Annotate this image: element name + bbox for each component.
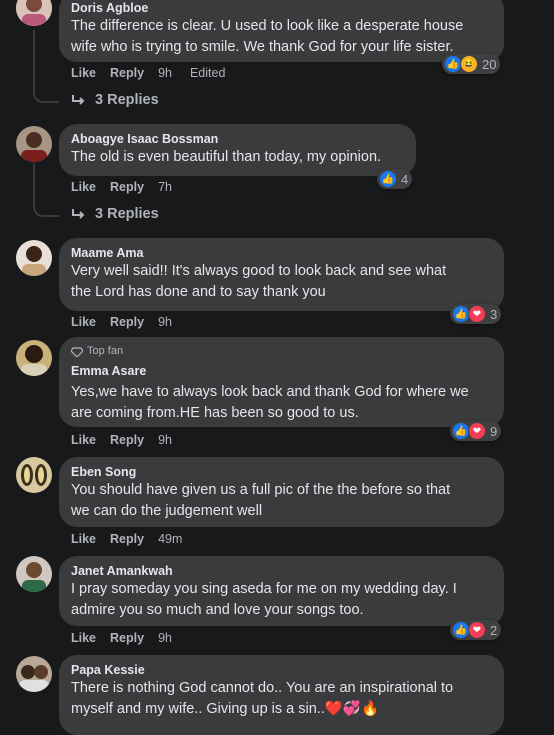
timestamp[interactable]: 9h [158, 433, 172, 447]
reaction-summary[interactable]: 👍 ❤ 9 [450, 421, 502, 441]
edited-label[interactable]: Edited [190, 66, 225, 80]
thread-line [33, 163, 59, 217]
reply-button[interactable]: Reply [110, 66, 144, 80]
comment-actions: Like Reply 9h Edited [71, 66, 239, 80]
comment-text: The difference is clear. U used to look … [71, 18, 464, 55]
top-fan-badge: Top fan [71, 344, 492, 359]
reaction-summary[interactable]: 👍 😆 20 [442, 54, 501, 74]
comment-actions: Like Reply 9h [71, 315, 186, 329]
reply-arrow-icon [72, 209, 85, 219]
avatar[interactable] [16, 340, 52, 376]
comment-text: I pray someday you sing aseda for me on … [71, 581, 457, 618]
view-replies-button[interactable]: 3 Replies [71, 92, 159, 108]
reaction-summary[interactable]: 👍 ❤ 3 [450, 304, 502, 324]
diamond-icon [71, 346, 83, 357]
timestamp[interactable]: 7h [158, 180, 172, 194]
commenter-name[interactable]: Aboagye Isaac Bossman [71, 131, 404, 147]
reaction-count: 20 [482, 56, 497, 72]
hearts-emoji-icon: 💞 [342, 701, 361, 717]
heart-emoji-icon: ❤️ [324, 701, 343, 717]
reaction-summary[interactable]: 👍 4 [377, 169, 413, 189]
commenter-name[interactable]: Eben Song [71, 464, 492, 480]
like-button[interactable]: Like [71, 631, 96, 645]
love-reaction-icon: ❤ [468, 621, 486, 639]
comment-bubble: Top fan Emma Asare Yes,we have to always… [59, 337, 504, 427]
comment-actions: Like Reply 49m [71, 532, 196, 546]
comment-text: You should have given us a full pic of t… [71, 482, 451, 519]
comment-text: The old is even beautiful than today, my… [71, 149, 382, 165]
avatar[interactable] [16, 240, 52, 276]
like-button[interactable]: Like [71, 532, 96, 546]
avatar[interactable] [16, 457, 52, 493]
reaction-count: 4 [401, 171, 409, 187]
comment-bubble: Aboagye Isaac Bossman The old is even be… [59, 124, 416, 176]
view-replies-button[interactable]: 3 Replies [71, 206, 159, 222]
commenter-name[interactable]: Maame Ama [71, 245, 492, 261]
like-button[interactable]: Like [71, 66, 96, 80]
reaction-count: 9 [490, 423, 498, 439]
comment-bubble: Janet Amankwah I pray someday you sing a… [59, 556, 504, 626]
avatar[interactable] [16, 0, 52, 26]
commenter-name[interactable]: Janet Amankwah [71, 563, 492, 579]
comment-bubble: Maame Ama Very well said!! It's always g… [59, 238, 504, 311]
timestamp[interactable]: 9h [158, 631, 172, 645]
timestamp[interactable]: 9h [158, 315, 172, 329]
reply-arrow-icon [72, 95, 85, 105]
like-button[interactable]: Like [71, 180, 96, 194]
reaction-count: 3 [490, 306, 498, 322]
avatar[interactable] [16, 656, 52, 692]
reply-button[interactable]: Reply [110, 180, 144, 194]
timestamp[interactable]: 49m [158, 532, 182, 546]
comment-text: Very well said!! It's always good to loo… [71, 263, 447, 300]
avatar[interactable] [16, 556, 52, 592]
avatar[interactable] [16, 126, 52, 162]
reaction-count: 2 [490, 622, 498, 638]
reply-button[interactable]: Reply [110, 315, 144, 329]
reply-button[interactable]: Reply [110, 532, 144, 546]
comment-bubble: Eben Song You should have given us a ful… [59, 457, 504, 527]
commenter-name[interactable]: Papa Kessie [71, 662, 492, 678]
comment-actions: Like Reply 9h [71, 433, 186, 447]
reply-button[interactable]: Reply [110, 631, 144, 645]
comment-bubble: Doris Agbloe The difference is clear. U … [59, 0, 504, 62]
comment-actions: Like Reply 7h [71, 180, 186, 194]
comment-text: Yes,we have to always look back and than… [71, 384, 469, 421]
commenter-name[interactable]: Doris Agbloe [71, 0, 492, 16]
comment-text: There is nothing God cannot do.. You are… [71, 680, 454, 717]
haha-reaction-icon: 😆 [460, 55, 478, 73]
reaction-summary[interactable]: 👍 ❤ 2 [450, 620, 502, 640]
like-button[interactable]: Like [71, 433, 96, 447]
fire-emoji-icon: 🔥 [360, 701, 380, 717]
replies-label[interactable]: 3 Replies [95, 206, 159, 222]
like-button[interactable]: Like [71, 315, 96, 329]
reply-button[interactable]: Reply [110, 433, 144, 447]
love-reaction-icon: ❤ [468, 422, 486, 440]
comment-actions: Like Reply 9h [71, 631, 186, 645]
commenter-name[interactable]: Emma Asare [71, 363, 492, 379]
replies-label[interactable]: 3 Replies [95, 92, 159, 108]
comment-bubble: Papa Kessie There is nothing God cannot … [59, 655, 504, 735]
love-reaction-icon: ❤ [468, 305, 486, 323]
thread-line [33, 30, 59, 103]
like-reaction-icon: 👍 [379, 170, 397, 188]
timestamp[interactable]: 9h [158, 66, 172, 80]
